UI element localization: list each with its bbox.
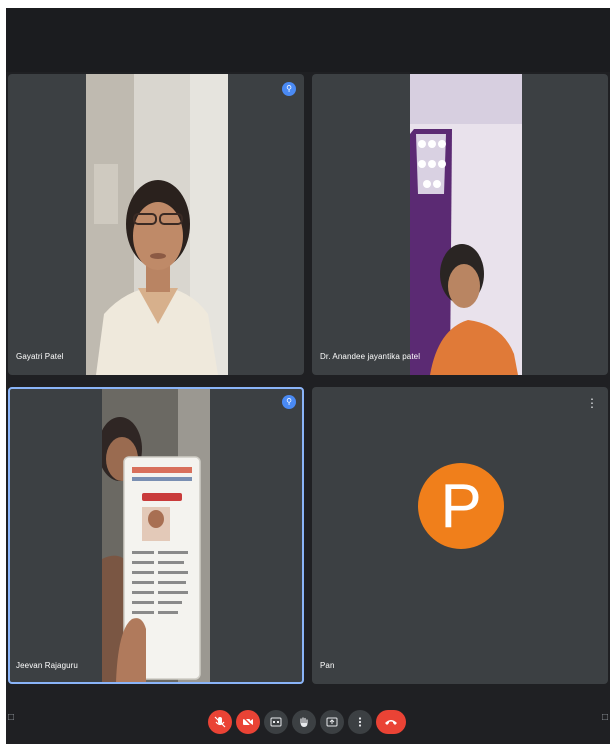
participant-video-1 — [86, 74, 228, 375]
pin-icon[interactable]: ⚲ — [282, 82, 296, 96]
top-bar — [6, 8, 610, 72]
avatar-initial: P — [440, 471, 482, 541]
camera-off-icon — [242, 716, 254, 728]
participant-tile-3[interactable]: ⚲ Jeevan Rajaguru — [8, 387, 304, 684]
more-vert-icon — [358, 717, 362, 727]
leave-call-button[interactable] — [376, 710, 406, 734]
more-options-icon[interactable]: ⋮ — [586, 397, 598, 409]
participant-tile-2[interactable]: Dr. Anandee jayantika patel — [312, 74, 608, 375]
activities-icon[interactable]: □ — [602, 712, 608, 723]
participant-tile-4[interactable]: ⋮ P Pan — [312, 387, 608, 684]
mic-off-icon — [214, 716, 226, 728]
raise-hand-button[interactable] — [292, 710, 316, 734]
participant-video-2 — [410, 74, 522, 375]
captions-icon — [270, 717, 282, 727]
captions-button[interactable] — [264, 710, 288, 734]
participant-name-3: Jeevan Rajaguru — [16, 661, 78, 670]
participant-name-1: Gayatri Patel — [16, 352, 64, 361]
participant-name-2: Dr. Anandee jayantika patel — [320, 352, 421, 361]
participant-avatar: P — [418, 463, 504, 549]
call-end-icon — [385, 720, 397, 725]
participant-name-4: Pan — [320, 661, 335, 670]
pin-icon[interactable]: ⚲ — [282, 395, 296, 409]
camera-button[interactable] — [236, 710, 260, 734]
more-options-button[interactable] — [348, 710, 372, 734]
mic-button[interactable] — [208, 710, 232, 734]
info-icon[interactable]: □ — [8, 712, 14, 723]
raise-hand-icon — [300, 717, 308, 727]
participant-video-3 — [102, 389, 210, 682]
present-button[interactable] — [320, 710, 344, 734]
meet-window: ⚲ Gayatri Patel Dr. Anandee jayantika pa… — [6, 8, 610, 744]
participant-tile-1[interactable]: ⚲ Gayatri Patel — [8, 74, 304, 375]
present-icon — [326, 717, 338, 727]
